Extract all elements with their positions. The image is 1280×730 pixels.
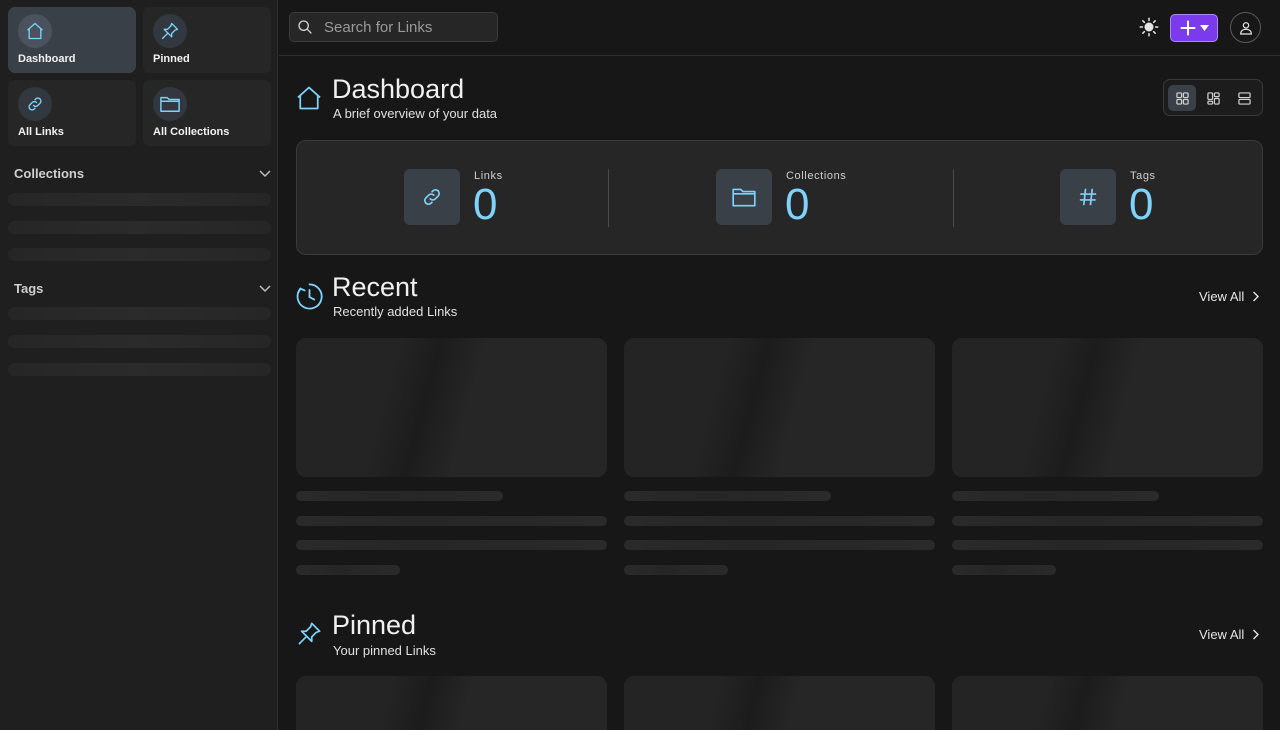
recent-view-all-link[interactable]: View All — [1199, 289, 1260, 304]
caret-down-icon — [1199, 25, 1209, 31]
search-input[interactable] — [322, 17, 482, 37]
stat-value-collections: 0 — [785, 180, 810, 229]
skeleton-line — [624, 516, 935, 526]
link-card-skeleton — [952, 676, 1263, 730]
masonry-view-button[interactable] — [1199, 85, 1227, 111]
link-icon — [404, 169, 460, 225]
folder-icon — [716, 169, 772, 225]
skeleton-bar — [8, 248, 271, 261]
grid-view-button[interactable] — [1168, 85, 1196, 111]
sidebar-tile-all-links[interactable]: All Links — [8, 80, 136, 146]
masonry-icon — [1206, 91, 1220, 105]
home-icon — [18, 14, 52, 48]
skeleton-line — [624, 565, 728, 575]
link-icon — [18, 87, 52, 121]
sidebar-tile-dashboard[interactable]: Dashboard — [8, 7, 136, 73]
recent-title: Recent — [332, 272, 418, 302]
list-icon — [1237, 91, 1251, 105]
view-all-label: View All — [1199, 627, 1245, 642]
skeleton-line — [952, 565, 1056, 575]
stat-value-links: 0 — [473, 180, 498, 229]
hash-icon — [1060, 169, 1116, 225]
page-title: Dashboard — [332, 74, 465, 104]
sidebar-tile-label: All Links — [18, 126, 64, 138]
skeleton-line — [952, 540, 1263, 550]
chevron-down-icon — [258, 166, 272, 181]
skeleton-bar — [8, 221, 271, 234]
sidebar-tile-pinned[interactable]: Pinned — [143, 7, 271, 73]
link-card-skeleton — [296, 338, 607, 477]
stat-value-tags: 0 — [1129, 180, 1154, 229]
sun-icon[interactable] — [1139, 17, 1159, 42]
collections-section-header[interactable]: Collections — [14, 166, 272, 181]
grid-icon — [1175, 91, 1189, 105]
stats-divider — [608, 169, 609, 227]
sidebar: Dashboard Pinned All Links All Collectio… — [0, 0, 278, 730]
skeleton-bar — [8, 307, 271, 320]
link-card-skeleton — [624, 338, 935, 477]
view-all-label: View All — [1199, 289, 1245, 304]
sidebar-tile-all-collections[interactable]: All Collections — [143, 80, 271, 146]
list-view-button[interactable] — [1230, 85, 1258, 111]
sidebar-tile-label: Pinned — [153, 53, 190, 65]
skeleton-bar — [8, 335, 271, 348]
skeleton-bar — [8, 363, 271, 376]
pinned-title: Pinned — [332, 610, 417, 640]
account-button[interactable] — [1230, 12, 1261, 43]
pin-icon — [296, 620, 323, 652]
skeleton-line — [952, 491, 1159, 501]
pin-icon — [153, 14, 187, 48]
top-bar — [279, 0, 1280, 56]
pinned-subtitle: Your pinned Links — [333, 643, 436, 658]
home-icon — [295, 84, 323, 117]
folder-icon — [153, 87, 187, 121]
recent-subtitle: Recently added Links — [333, 304, 458, 319]
sidebar-tile-label: Dashboard — [18, 53, 76, 65]
skeleton-bar — [8, 193, 271, 206]
chevron-down-icon — [258, 281, 272, 296]
collections-label: Collections — [14, 166, 85, 181]
chevron-right-icon — [1253, 291, 1260, 302]
sidebar-tile-label: All Collections — [153, 126, 230, 138]
skeleton-line — [624, 540, 935, 550]
pinned-view-all-link[interactable]: View All — [1199, 627, 1260, 642]
page-subtitle: A brief overview of your data — [333, 106, 498, 121]
stats-panel: Links 0 Collections 0 Tags 0 — [296, 140, 1263, 255]
link-card-skeleton — [296, 676, 607, 730]
add-new-button[interactable] — [1170, 14, 1218, 42]
clock-icon — [295, 282, 324, 316]
skeleton-line — [296, 491, 503, 501]
skeleton-line — [296, 540, 607, 550]
link-card-skeleton — [952, 338, 1263, 477]
search-box[interactable] — [289, 12, 498, 42]
skeleton-line — [296, 516, 607, 526]
skeleton-line — [952, 516, 1263, 526]
tags-section-header[interactable]: Tags — [14, 281, 272, 296]
tags-label: Tags — [14, 281, 44, 296]
user-icon — [1239, 21, 1252, 35]
skeleton-line — [624, 491, 831, 501]
view-mode-toggle — [1163, 79, 1263, 116]
stats-divider — [953, 169, 954, 227]
plus-icon — [1180, 20, 1195, 36]
skeleton-line — [296, 565, 400, 575]
chevron-right-icon — [1253, 629, 1260, 640]
search-icon — [298, 20, 312, 34]
link-card-skeleton — [624, 676, 935, 730]
